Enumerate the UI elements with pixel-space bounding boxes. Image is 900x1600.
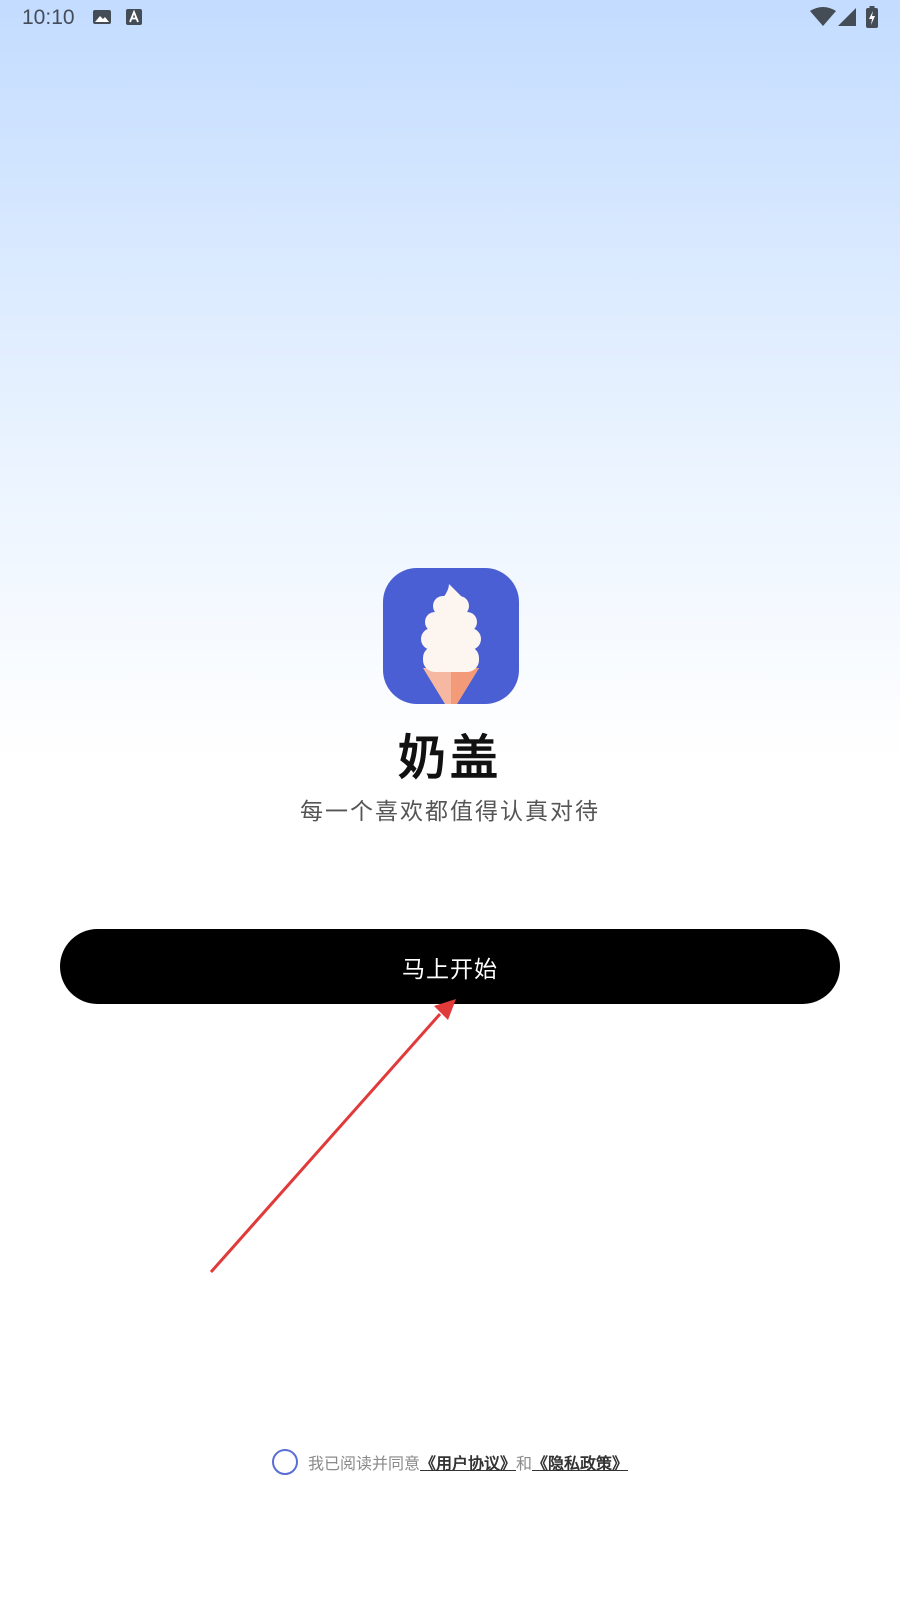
user-agreement-link[interactable]: 《用户协议》	[420, 1450, 516, 1474]
ice-cream-cone-icon	[421, 584, 481, 704]
privacy-policy-link[interactable]: 《隐私政策》	[532, 1450, 628, 1474]
font-a-icon	[126, 9, 142, 25]
start-now-button[interactable]: 马上开始	[60, 929, 840, 1004]
app-name: 奶盖	[397, 730, 502, 786]
battery-charging-icon	[866, 6, 878, 28]
wifi-icon	[810, 7, 836, 26]
app-tagline: 每一个喜欢都值得认真对待	[300, 799, 600, 825]
agreement-row: 我已阅读并同意 《用户协议》 和 《隐私政策》	[0, 1446, 900, 1478]
status-bar: 10:10	[0, 0, 900, 36]
agreement-conjunction: 和	[516, 1454, 533, 1473]
app-logo	[383, 568, 519, 704]
annotation-arrow-line	[209, 1013, 442, 1273]
agreement-prefix: 我已阅读并同意	[307, 1454, 420, 1473]
image-icon	[93, 10, 111, 24]
status-time: 10:10	[22, 6, 75, 29]
cellular-signal-icon	[838, 8, 856, 26]
agree-checkbox[interactable]	[271, 1449, 298, 1475]
